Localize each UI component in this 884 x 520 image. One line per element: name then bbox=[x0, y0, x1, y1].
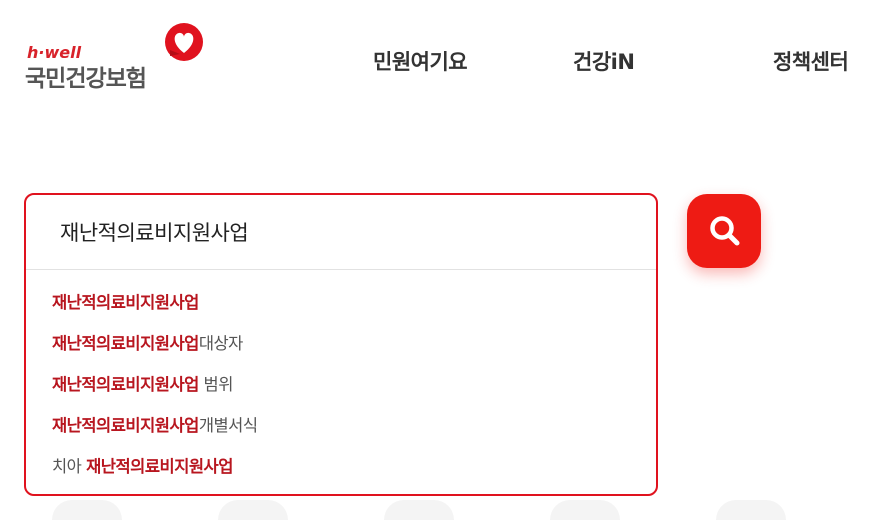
autocomplete-list: 재난적의료비지원사업 재난적의료비지원사업대상자 재난적의료비지원사업 범위 재… bbox=[52, 289, 258, 494]
suggestion-highlight: 재난적의료비지원사업 bbox=[52, 375, 199, 394]
suggestion-suffix: 범위 bbox=[198, 375, 234, 394]
search-button[interactable] bbox=[687, 194, 761, 268]
search-input[interactable] bbox=[26, 195, 656, 269]
suggestion-highlight: 재난적의료비지원사업 bbox=[52, 416, 199, 435]
suggestion-highlight: 재난적의료비지원사업 bbox=[52, 334, 199, 353]
divider bbox=[26, 269, 656, 270]
card-edge bbox=[550, 500, 620, 520]
suggestion-highlight: 재난적의료비지원사업 bbox=[52, 293, 199, 312]
heart-logo-icon bbox=[165, 23, 203, 61]
card-edge bbox=[384, 500, 454, 520]
suggestion-suffix: 대상자 bbox=[198, 334, 244, 353]
logo-text: 국민건강보험 bbox=[25, 66, 147, 92]
search-box: 재난적의료비지원사업 재난적의료비지원사업대상자 재난적의료비지원사업 범위 재… bbox=[24, 193, 658, 496]
hwell-logo[interactable]: h·well 국민건강보험 bbox=[25, 22, 205, 92]
autocomplete-item[interactable]: 재난적의료비지원사업개별서식 bbox=[52, 412, 258, 453]
card-edge bbox=[218, 500, 288, 520]
autocomplete-item[interactable]: 재난적의료비지원사업 bbox=[52, 289, 258, 330]
nav-item-civil-complaints[interactable]: 민원여기요 bbox=[373, 46, 468, 76]
autocomplete-item[interactable]: 치아 재난적의료비지원사업 bbox=[52, 453, 258, 494]
card-edge bbox=[52, 500, 122, 520]
search-icon bbox=[710, 216, 740, 246]
autocomplete-item[interactable]: 재난적의료비지원사업 범위 bbox=[52, 371, 258, 412]
card-edge bbox=[716, 500, 786, 520]
nav-item-policy-center[interactable]: 정책센터 bbox=[773, 46, 849, 76]
suggestion-prefix: 치아 bbox=[52, 457, 87, 476]
suggestion-suffix: 개별서식 bbox=[198, 416, 258, 435]
autocomplete-item[interactable]: 재난적의료비지원사업대상자 bbox=[52, 330, 258, 371]
nav-item-health-in[interactable]: 건강iN bbox=[573, 46, 635, 76]
suggestion-highlight: 재난적의료비지원사업 bbox=[86, 457, 233, 476]
